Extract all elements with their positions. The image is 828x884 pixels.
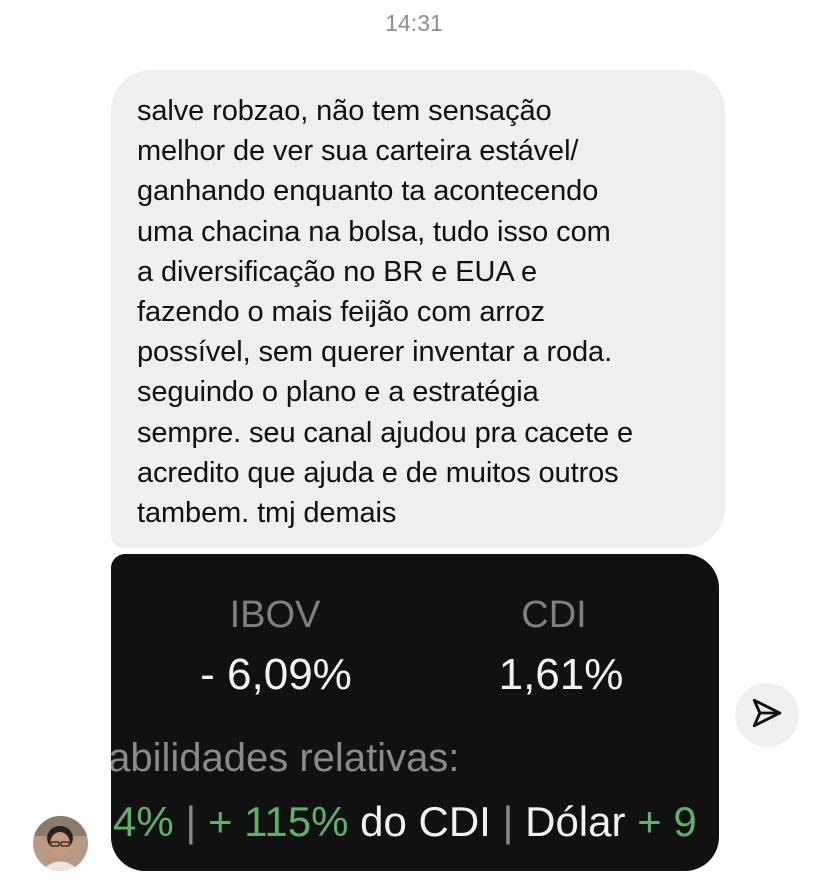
paper-plane-icon (750, 696, 784, 735)
dollar-value-partial: + 9 (637, 798, 697, 845)
relative-returns-label: tabilidades relativas: (111, 736, 460, 780)
cdi-relative-label: do CDI (348, 798, 503, 845)
share-button[interactable] (735, 683, 799, 747)
message-text: salve robzao, não tem sensação melhor de… (137, 95, 634, 530)
cdi-value: 1,61% (498, 650, 624, 699)
separator: | (502, 798, 526, 845)
return-percent-partial: 4% (113, 798, 174, 845)
dollar-label: Dólar (525, 798, 638, 845)
relative-returns-values: 4% | + 115% do CDI | Dólar + 9 (113, 798, 697, 846)
message-bubble[interactable]: salve robzao, não tem sensação melhor de… (111, 70, 725, 548)
message-timestamp: 14:31 (385, 10, 443, 36)
cdi-relative-value: + 115% (207, 798, 349, 845)
ibov-value: - 6,09% (200, 650, 352, 699)
cdi-label: CDI (521, 594, 587, 636)
avatar[interactable] (33, 816, 88, 871)
separator: | (173, 798, 208, 845)
shared-image[interactable]: IBOV - 6,09% CDI 1,61% tabilidades relat… (111, 554, 719, 871)
ibov-label: IBOV (229, 594, 321, 636)
